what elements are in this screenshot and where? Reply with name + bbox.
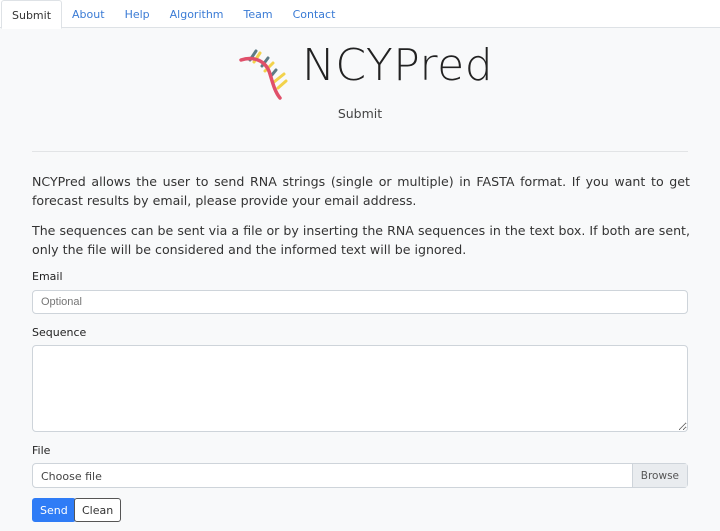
divider — [32, 151, 688, 152]
tab-about[interactable]: About — [62, 0, 115, 28]
email-field[interactable] — [32, 290, 688, 314]
intro-paragraph-1: NCYPred allows the user to send RNA stri… — [32, 174, 690, 208]
page-title: NCYPred — [302, 40, 494, 91]
tab-help[interactable]: Help — [115, 0, 160, 28]
tab-algorithm[interactable]: Algorithm — [160, 0, 234, 28]
tab-team[interactable]: Team — [234, 0, 283, 28]
file-placeholder: Choose file — [41, 470, 102, 483]
tab-contact[interactable]: Contact — [283, 0, 346, 28]
intro-paragraph-2: The sequences can be sent via a file or … — [32, 223, 690, 257]
send-button[interactable]: Send — [32, 498, 76, 522]
file-input[interactable]: Choose file Browse — [32, 463, 688, 488]
nav-tabs: Submit About Help Algorithm Team Contact — [0, 0, 720, 29]
browse-button[interactable]: Browse — [631, 464, 687, 487]
tab-submit[interactable]: Submit — [1, 0, 63, 29]
rna-helix-icon — [239, 49, 288, 100]
page-subtitle: Submit — [337, 106, 383, 121]
email-label: Email — [32, 270, 63, 283]
sequence-label: Sequence — [32, 326, 87, 339]
clean-button[interactable]: Clean — [74, 498, 122, 522]
sequence-textarea[interactable] — [32, 345, 688, 432]
file-label: File — [32, 444, 51, 457]
